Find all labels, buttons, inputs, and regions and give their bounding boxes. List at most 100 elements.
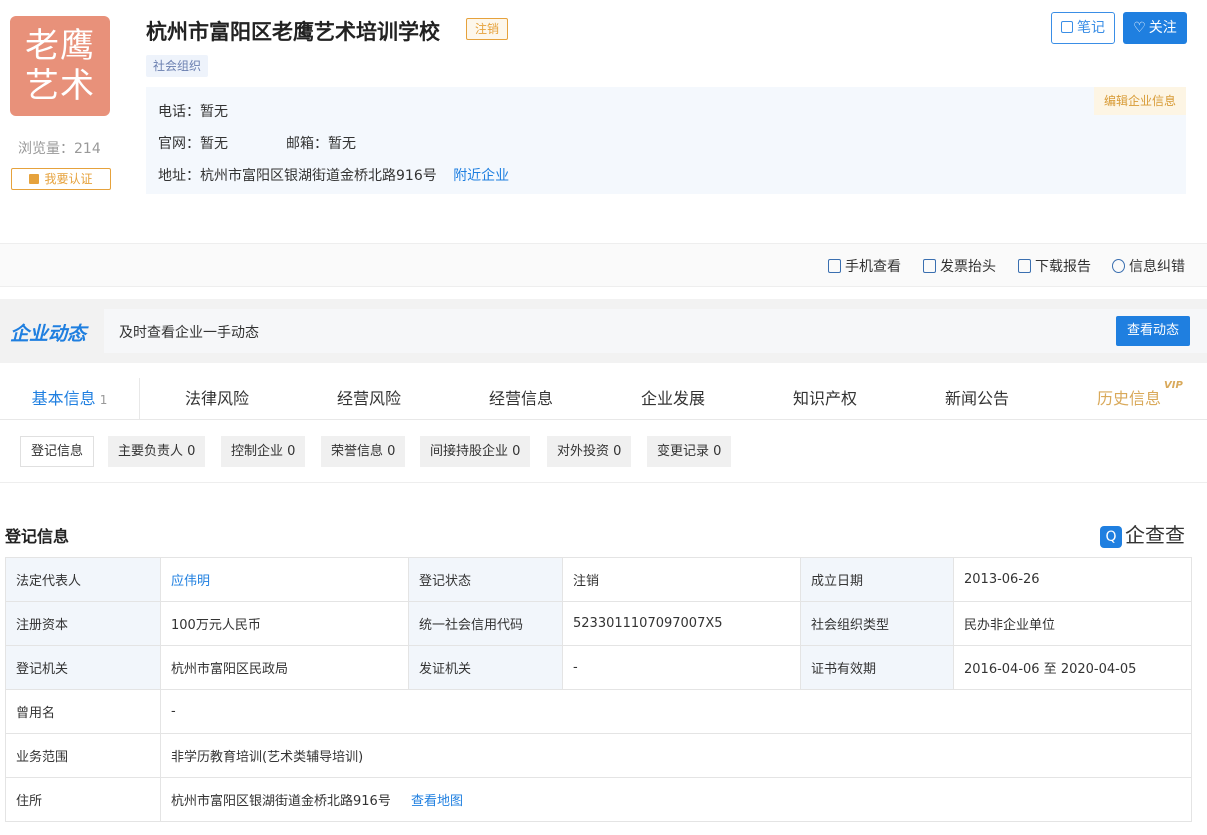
follow-label: 关注 [1148,20,1177,36]
org-type-label: 社会组织类型 [800,601,954,646]
subtab-honors[interactable]: 荣誉信息 0 [321,436,406,467]
site-label: 官网： [158,136,200,152]
mobile-view-label: 手机查看 [845,259,901,275]
subtab-controlled[interactable]: 控制企业 0 [221,436,306,467]
former-name-value: - [160,689,1192,734]
residence-cell: 杭州市富阳区银湖街道金桥北路916号 查看地图 [160,777,1192,822]
table-row: 登记机关 杭州市富阳区民政局 发证机关 - 证书有效期 2016-04-06 至… [5,645,1192,690]
site-value: 暂无 [200,136,228,152]
validity-label: 证书有效期 [800,645,954,690]
subtab-registration[interactable]: 登记信息 [20,436,95,467]
view-dynamics-button[interactable]: 查看动态 [1116,316,1190,346]
tab-ip[interactable]: 知识产权 [749,378,901,420]
nearby-companies-link[interactable]: 附近企业 [453,168,509,184]
issuer-label: 发证机关 [408,645,563,690]
table-row: 注册资本 100万元人民币 统一社会信用代码 5233011107097007X… [5,601,1192,646]
vip-badge: VIP [1164,380,1183,391]
tab-development[interactable]: 企业发展 [597,378,749,420]
invoice-title-button[interactable]: 发票抬头 [923,256,996,276]
invoice-icon [923,259,936,273]
validity-value: 2016-04-06 至 2020-04-05 [953,645,1192,690]
scope-value: 非学历教育培训(艺术类辅导培训) [160,733,1192,778]
note-button[interactable]: 笔记 [1051,12,1115,44]
address-value: 杭州市富阳区银湖街道金桥北路916号 [200,168,437,184]
subtab-changes[interactable]: 变更记录 0 [647,436,732,467]
authority-label: 登记机关 [5,645,161,690]
residence-value: 杭州市富阳区银湖街道金桥北路916号 [171,794,391,809]
mobile-view-button[interactable]: 手机查看 [828,256,901,276]
certify-label: 我要认证 [44,172,93,186]
note-label: 笔记 [1077,20,1105,36]
reg-status-value: 注销 [562,557,801,602]
tab-basic-info-label: 基本信息 [31,389,96,408]
legal-rep-link[interactable]: 应伟明 [160,557,409,602]
brand-name: 企查查 [1125,523,1185,547]
founded-value: 2013-06-26 [953,557,1192,602]
capital-value: 100万元人民币 [160,601,409,646]
logo-line1: 老鹰 [25,26,95,66]
email-row: 邮箱：暂无 [286,133,356,153]
logo-line2: 艺术 [25,66,95,106]
correct-info-label: 信息纠错 [1129,259,1185,275]
authority-value: 杭州市富阳区民政局 [160,645,409,690]
phone-value: 暂无 [200,104,228,120]
credit-code-value: 5233011107097007X5 [562,601,801,646]
org-type-tag[interactable]: 社会组织 [146,55,209,77]
download-report-label: 下载报告 [1035,259,1091,275]
certify-icon [29,174,40,184]
registration-table: 法定代表人 应伟明 登记状态 注销 成立日期 2013-06-26 注册资本 1… [5,557,1192,822]
dynamics-title: 企业动态 [10,323,87,345]
brand-logo: Q 企查查 [1100,519,1185,548]
email-value: 暂无 [328,136,356,152]
edit-company-info-link[interactable]: 编辑企业信息 [1093,87,1186,115]
tab-basic-info[interactable]: 基本信息 1 [0,378,140,420]
feedback-icon [1112,259,1125,273]
subtab-indirect-holding[interactable]: 间接持股企业 0 [420,436,531,467]
table-row: 住所 杭州市富阳区银湖街道金桥北路916号 查看地图 [5,777,1192,822]
subtab-investments[interactable]: 对外投资 0 [547,436,632,467]
view-map-link[interactable]: 查看地图 [411,794,463,809]
table-row: 法定代表人 应伟明 登记状态 注销 成立日期 2013-06-26 [5,557,1192,602]
address-row: 地址：杭州市富阳区银湖街道金桥北路916号 附近企业 [158,165,509,185]
divider [0,482,1207,483]
view-count: 浏览量：214 [18,138,101,158]
tab-operating-info[interactable]: 经营信息 [445,378,597,420]
action-toolbar: 手机查看 发票抬头 下载报告 信息纠错 [0,243,1207,287]
section-title: 登记信息 [5,527,70,546]
credit-code-label: 统一社会信用代码 [408,601,563,646]
download-report-button[interactable]: 下载报告 [1018,256,1091,276]
tab-news[interactable]: 新闻公告 [901,378,1053,420]
residence-label: 住所 [5,777,161,822]
certify-button[interactable]: 我要认证 [11,168,111,190]
invoice-title-label: 发票抬头 [940,259,996,275]
site-row: 官网：暂无 [158,133,228,153]
reg-status-label: 登记状态 [408,557,563,602]
status-badge: 注销 [466,18,508,40]
phone-icon [828,259,841,273]
main-tabs: 基本信息 1 法律风险 经营风险 经营信息 企业发展 知识产权 新闻公告 历史信息 [0,378,1207,420]
dynamics-banner: 企业动态 及时查看企业一手动态 查看动态 [0,299,1207,363]
tab-basic-info-count: 1 [99,393,108,407]
correct-info-button[interactable]: 信息纠错 [1112,256,1185,276]
company-logo: 老鹰 艺术 [10,16,110,116]
view-count-value: 214 [74,141,101,157]
former-name-label: 曾用名 [5,689,161,734]
view-count-label: 浏览量： [18,141,74,157]
address-label: 地址： [158,168,200,184]
company-name: 杭州市富阳区老鹰艺术培训学校 [146,20,440,44]
document-icon [1018,259,1031,273]
follow-button[interactable]: ♡ 关注 [1123,12,1187,44]
capital-label: 注册资本 [5,601,161,646]
heart-icon: ♡ [1133,20,1146,36]
dynamics-text: 及时查看企业一手动态 [119,325,259,341]
table-row: 曾用名 - [5,689,1192,734]
phone-row: 电话：暂无 [158,101,228,121]
legal-rep-label: 法定代表人 [5,557,161,602]
table-row: 业务范围 非学历教育培训(艺术类辅导培训) [5,733,1192,778]
tab-legal-risk[interactable]: 法律风险 [141,378,293,420]
scope-label: 业务范围 [5,733,161,778]
founded-label: 成立日期 [800,557,954,602]
issuer-value: - [562,645,801,690]
subtab-principals[interactable]: 主要负责人 0 [108,436,206,467]
tab-operating-risk[interactable]: 经营风险 [293,378,445,420]
